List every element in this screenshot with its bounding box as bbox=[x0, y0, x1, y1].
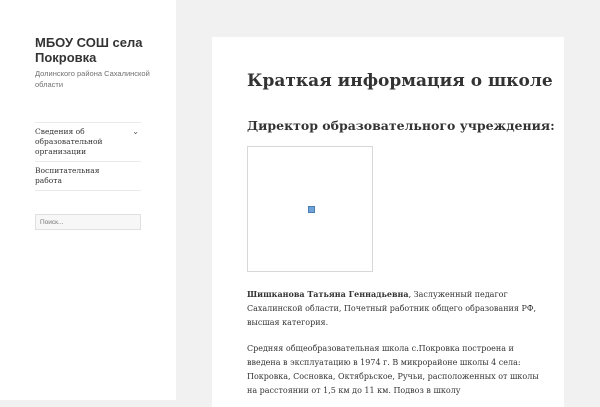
site-description: Долинского района Сахалинской области bbox=[35, 69, 150, 89]
chevron-down-icon[interactable]: ⌄ bbox=[132, 127, 139, 137]
director-heading: Директор образовательного учреждения: bbox=[247, 118, 555, 133]
school-paragraph: Средняя общеобразовательная школа с.Покр… bbox=[247, 344, 539, 395]
main-menu: Сведения об образовательной организации … bbox=[35, 122, 141, 191]
director-photo bbox=[247, 146, 373, 272]
menu-item-about-organization[interactable]: Сведения об образовательной организации … bbox=[35, 123, 141, 162]
broken-image-icon bbox=[308, 206, 315, 213]
menu-item-educational-work[interactable]: Воспитательная работа bbox=[35, 162, 141, 191]
menu-item-label: Сведения об образовательной организации bbox=[35, 127, 103, 156]
menu-item-label: Воспитательная работа bbox=[35, 166, 100, 185]
article-card: Краткая информация о школе Директор обра… bbox=[212, 37, 564, 407]
director-name: Шишканова Татьяна Геннадьевна bbox=[247, 289, 409, 299]
search-input[interactable] bbox=[35, 214, 141, 230]
page-title: Краткая информация о школе bbox=[247, 71, 553, 91]
site-title[interactable]: МБОУ СОШ села Покровка bbox=[35, 35, 165, 65]
sidebar: МБОУ СОШ села Покровка Долинского района… bbox=[0, 0, 176, 400]
director-paragraph: Шишканова Татьяна Геннадьевна, Заслуженн… bbox=[247, 287, 539, 330]
